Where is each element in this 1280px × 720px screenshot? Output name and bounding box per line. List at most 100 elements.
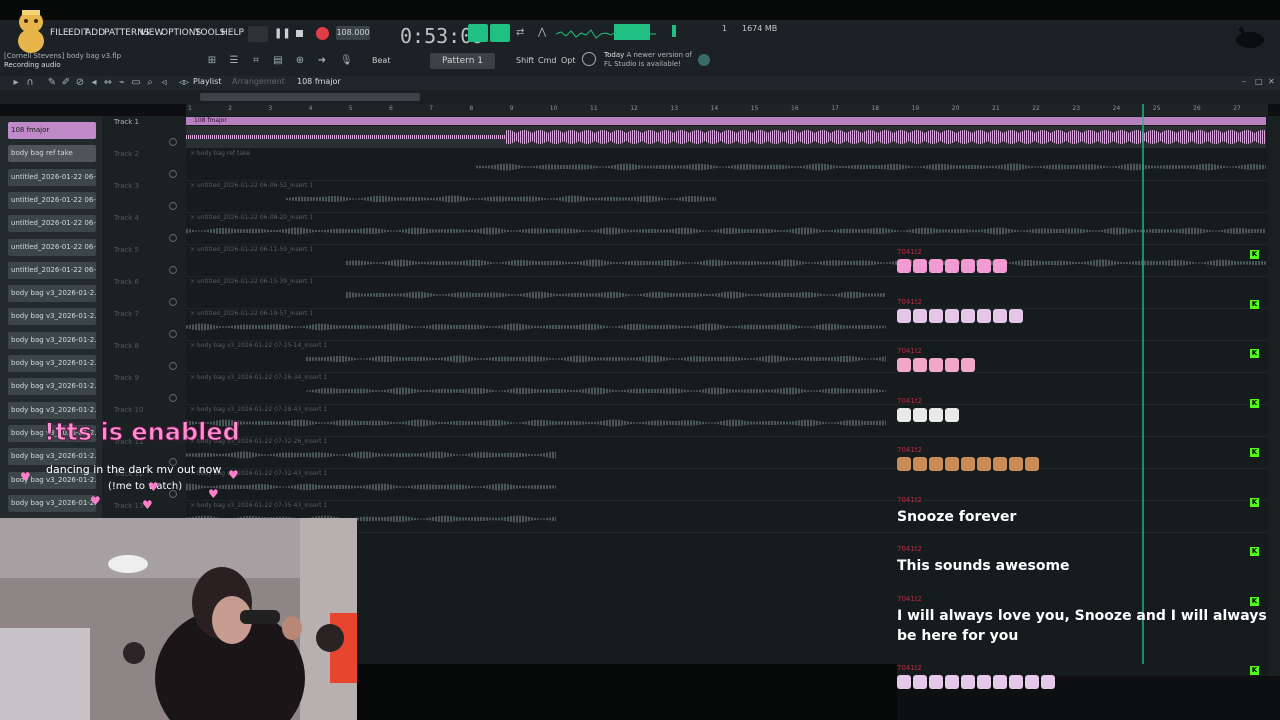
track-mute-toggle[interactable] <box>169 394 177 402</box>
channel-button[interactable]: body bag v3_2026-01-2... <box>8 401 96 419</box>
record-button[interactable] <box>316 27 329 40</box>
menu-help[interactable]: HELP <box>221 28 244 38</box>
magnet-icon[interactable]: ∩ <box>24 77 36 89</box>
arrow-icon[interactable]: ▸ <box>10 77 22 89</box>
piano-roll-icon[interactable]: ☰ <box>228 55 240 67</box>
menu-view[interactable]: VIEW <box>140 28 163 38</box>
channel-button[interactable]: untitled_2026-01-22 06-... <box>8 215 96 233</box>
webcam-image <box>0 518 357 720</box>
slice-icon[interactable]: ⌁ <box>116 77 128 89</box>
track-label[interactable]: Track 4 <box>114 214 139 222</box>
pattern-select[interactable]: Pattern 1 <box>430 53 495 69</box>
refresh-icon[interactable] <box>582 52 596 66</box>
channel-button[interactable]: body bag v3_2026-01-2... <box>8 285 96 303</box>
clip-waveform[interactable] <box>186 322 886 332</box>
mic-icon[interactable]: 🎙 <box>340 55 353 67</box>
clip-waveform[interactable] <box>346 290 886 300</box>
stop-icon[interactable] <box>296 30 303 37</box>
draw-icon[interactable]: ✎ <box>46 77 58 89</box>
mute-icon[interactable]: ◂ <box>88 77 100 89</box>
tempo-display[interactable]: 108.000 <box>336 26 370 40</box>
mv-announcement: dancing in the dark mv out now <box>46 463 222 476</box>
clip-waveform[interactable] <box>306 386 886 396</box>
metronome-button[interactable] <box>468 24 488 42</box>
vertical-scrollbar[interactable] <box>1268 116 1280 676</box>
channel-button[interactable]: body bag v3_2026-01-2... <box>8 308 96 326</box>
song-mode-toggle[interactable] <box>248 26 268 42</box>
track-label[interactable]: Track 3 <box>114 182 139 190</box>
update-icon[interactable] <box>698 54 710 66</box>
track-mute-toggle[interactable] <box>169 202 177 210</box>
clip-waveform[interactable] <box>186 418 886 428</box>
track-label[interactable]: Track 2 <box>114 150 139 158</box>
scroll-thumb[interactable] <box>200 93 420 101</box>
clip-108-fmajor-waveform[interactable] <box>186 126 1266 148</box>
pause-icon[interactable]: ❚❚ <box>274 27 291 40</box>
minimize-icon[interactable]: – <box>1242 77 1246 86</box>
track-mute-toggle[interactable] <box>169 170 177 178</box>
clip-waveform[interactable] <box>286 194 716 204</box>
ruler-bar-number: 26 <box>1193 105 1201 112</box>
clip-waveform[interactable] <box>186 482 556 492</box>
playlist-subtitle[interactable]: Arrangement <box>232 77 285 86</box>
playback-icon[interactable]: ◃ <box>158 77 170 89</box>
channel-button[interactable]: untitled_2026-01-22 06-... <box>8 238 96 256</box>
track-label[interactable]: Track 9 <box>114 374 139 382</box>
emote-icon <box>929 457 943 471</box>
track-label[interactable]: Track 8 <box>114 342 139 350</box>
snap-select[interactable]: Beat <box>372 56 390 65</box>
delete-icon[interactable]: ⊘ <box>74 77 86 89</box>
mixer-icon[interactable]: ▤ <box>272 55 284 67</box>
track-mute-toggle[interactable] <box>169 266 177 274</box>
track-mute-toggle[interactable] <box>169 298 177 306</box>
track-mute-toggle[interactable] <box>169 234 177 242</box>
channel-rack-icon[interactable]: ⌗ <box>250 55 262 67</box>
clip-waveform[interactable] <box>306 354 886 364</box>
horizontal-scrollbar[interactable] <box>0 90 1280 104</box>
channel-button[interactable]: 108 fmajor <box>8 122 96 139</box>
browser-icon[interactable]: ➜ <box>316 55 328 67</box>
channel-button[interactable]: body bag v3_2026-01-2... <box>8 331 96 349</box>
track-label[interactable]: Track 6 <box>114 278 139 286</box>
zoom-icon[interactable]: ⌕ <box>144 77 156 89</box>
channel-button[interactable]: body bag v3_2026-01-2... <box>8 355 96 372</box>
clip-waveform[interactable] <box>186 226 1266 236</box>
channel-button[interactable]: untitled_2026-01-22 06-... <box>8 261 96 279</box>
channel-button[interactable]: untitled_2026-01-22 06-... <box>8 191 96 209</box>
opt-button[interactable]: Opt <box>561 56 576 65</box>
playlist-pattern[interactable]: 108 fmajor <box>297 77 341 86</box>
blend-icon[interactable]: ⋀ <box>538 27 546 38</box>
clip-waveform[interactable] <box>476 162 1266 172</box>
close-icon[interactable]: ✕ <box>1268 77 1275 86</box>
menu-add[interactable]: ADD <box>85 28 105 38</box>
clip-waveform[interactable] <box>186 450 556 460</box>
track-label[interactable]: Track 7 <box>114 310 139 318</box>
shift-button[interactable]: Shift <box>516 56 534 65</box>
menu-file[interactable]: FILE <box>50 28 69 38</box>
snap-icon[interactable]: ⊞ <box>206 55 218 67</box>
paint-icon[interactable]: ✐ <box>60 77 72 89</box>
clip-label: × untitled_2026-01-22 06-15-39_Insert 1 <box>190 278 314 285</box>
track-mute-toggle[interactable] <box>169 362 177 370</box>
track-label[interactable]: Track 1 <box>114 118 139 126</box>
wait-button[interactable] <box>490 24 510 42</box>
playlist-arrows-icon[interactable]: ◃▹ <box>178 77 190 89</box>
channel-button[interactable]: body bag v3_2026-01-2... <box>8 378 96 396</box>
maximize-icon[interactable]: □ <box>1255 77 1263 86</box>
chat-message: 7041t2 K <box>897 446 1267 474</box>
channel-button[interactable]: untitled_2026-01-22 06-... <box>8 168 96 186</box>
track-label[interactable]: Track 10 <box>114 406 143 414</box>
slip-icon[interactable]: ⇔ <box>102 77 114 89</box>
track-mute-toggle[interactable] <box>169 330 177 338</box>
track-mute-toggle[interactable] <box>169 138 177 146</box>
clip-108-fmajor-header[interactable] <box>186 117 1266 125</box>
cmd-button[interactable]: Cmd <box>538 56 556 65</box>
channel-button[interactable]: body bag ref take <box>8 145 96 163</box>
track-label[interactable]: Track 13 <box>114 502 143 510</box>
news-panel[interactable]: Today A newer version of FL Studio is av… <box>604 51 692 69</box>
plugin-icon[interactable]: ⊕ <box>294 55 306 67</box>
channel-button[interactable]: body bag v3_2026-01-2... <box>8 494 96 512</box>
loop-icon[interactable]: ⇄ <box>516 27 524 38</box>
track-label[interactable]: Track 5 <box>114 246 139 254</box>
select-icon[interactable]: ▭ <box>130 77 142 89</box>
